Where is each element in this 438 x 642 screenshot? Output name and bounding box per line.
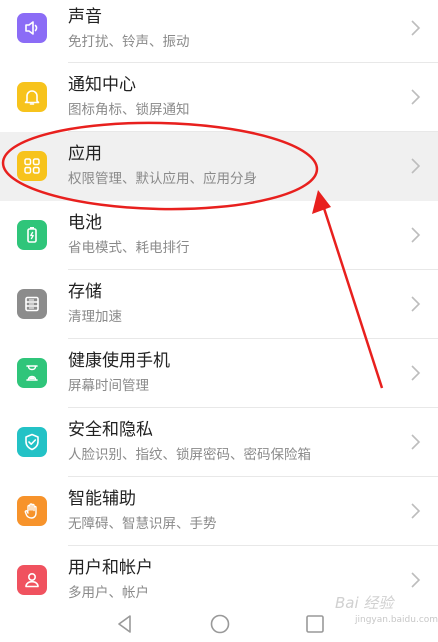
speaker-icon bbox=[17, 13, 47, 43]
settings-item-battery[interactable]: 电池 省电模式、耗电排行 bbox=[0, 201, 438, 270]
chevron-right-icon bbox=[411, 89, 421, 105]
settings-item-digital-balance[interactable]: 健康使用手机 屏幕时间管理 bbox=[0, 339, 438, 408]
settings-item-subtitle: 权限管理、默认应用、应用分身 bbox=[68, 171, 257, 187]
chevron-right-icon bbox=[411, 20, 421, 36]
chevron-right-icon bbox=[411, 158, 421, 174]
storage-icon bbox=[17, 289, 47, 319]
settings-list: 声音 免打扰、铃声、振动 通知中心 图标角标、锁屏通知 应用 权限管理、默认应用… bbox=[0, 0, 438, 615]
settings-item-title: 通知中心 bbox=[68, 75, 136, 95]
recents-square-icon[interactable] bbox=[302, 612, 328, 636]
chevron-right-icon bbox=[411, 572, 421, 588]
back-triangle-icon[interactable] bbox=[112, 612, 138, 636]
watermark-logo: Bai 经验 bbox=[335, 594, 394, 612]
settings-item-subtitle: 多用户、帐户 bbox=[68, 585, 149, 601]
settings-item-subtitle: 人脸识别、指纹、锁屏密码、密码保险箱 bbox=[68, 447, 311, 463]
settings-item-subtitle: 省电模式、耗电排行 bbox=[68, 240, 190, 256]
settings-item-storage[interactable]: 存储 清理加速 bbox=[0, 270, 438, 339]
settings-item-title: 安全和隐私 bbox=[68, 420, 153, 440]
watermark-url: jingyan.baidu.com bbox=[355, 615, 438, 625]
settings-item-title: 应用 bbox=[68, 144, 102, 164]
battery-icon bbox=[17, 220, 47, 250]
user-icon bbox=[17, 565, 47, 595]
settings-item-subtitle: 免打扰、铃声、振动 bbox=[68, 34, 190, 50]
chevron-right-icon bbox=[411, 296, 421, 312]
settings-item-apps[interactable]: 应用 权限管理、默认应用、应用分身 bbox=[0, 132, 438, 201]
settings-item-security-privacy[interactable]: 安全和隐私 人脸识别、指纹、锁屏密码、密码保险箱 bbox=[0, 408, 438, 477]
settings-item-sound[interactable]: 声音 免打扰、铃声、振动 bbox=[0, 0, 438, 63]
settings-item-notification-center[interactable]: 通知中心 图标角标、锁屏通知 bbox=[0, 63, 438, 132]
settings-item-title: 用户和帐户 bbox=[68, 558, 153, 578]
settings-item-title: 健康使用手机 bbox=[68, 351, 170, 371]
chevron-right-icon bbox=[411, 434, 421, 450]
home-circle-icon[interactable] bbox=[207, 612, 233, 636]
settings-item-smart-assistance[interactable]: 智能辅助 无障碍、智慧识屏、手势 bbox=[0, 477, 438, 546]
settings-item-title: 声音 bbox=[68, 7, 102, 27]
settings-item-subtitle: 清理加速 bbox=[68, 309, 122, 325]
settings-item-title: 智能辅助 bbox=[68, 489, 136, 509]
settings-item-title: 存储 bbox=[68, 282, 102, 302]
settings-item-subtitle: 图标角标、锁屏通知 bbox=[68, 102, 190, 118]
bell-icon bbox=[17, 82, 47, 112]
chevron-right-icon bbox=[411, 227, 421, 243]
settings-item-title: 电池 bbox=[68, 213, 102, 233]
settings-item-subtitle: 无障碍、智慧识屏、手势 bbox=[68, 516, 217, 532]
settings-item-subtitle: 屏幕时间管理 bbox=[68, 378, 149, 394]
hand-icon bbox=[17, 496, 47, 526]
chevron-right-icon bbox=[411, 503, 421, 519]
apps-grid-icon bbox=[17, 151, 47, 181]
chevron-right-icon bbox=[411, 365, 421, 381]
shield-icon bbox=[17, 427, 47, 457]
hourglass-icon bbox=[17, 358, 47, 388]
